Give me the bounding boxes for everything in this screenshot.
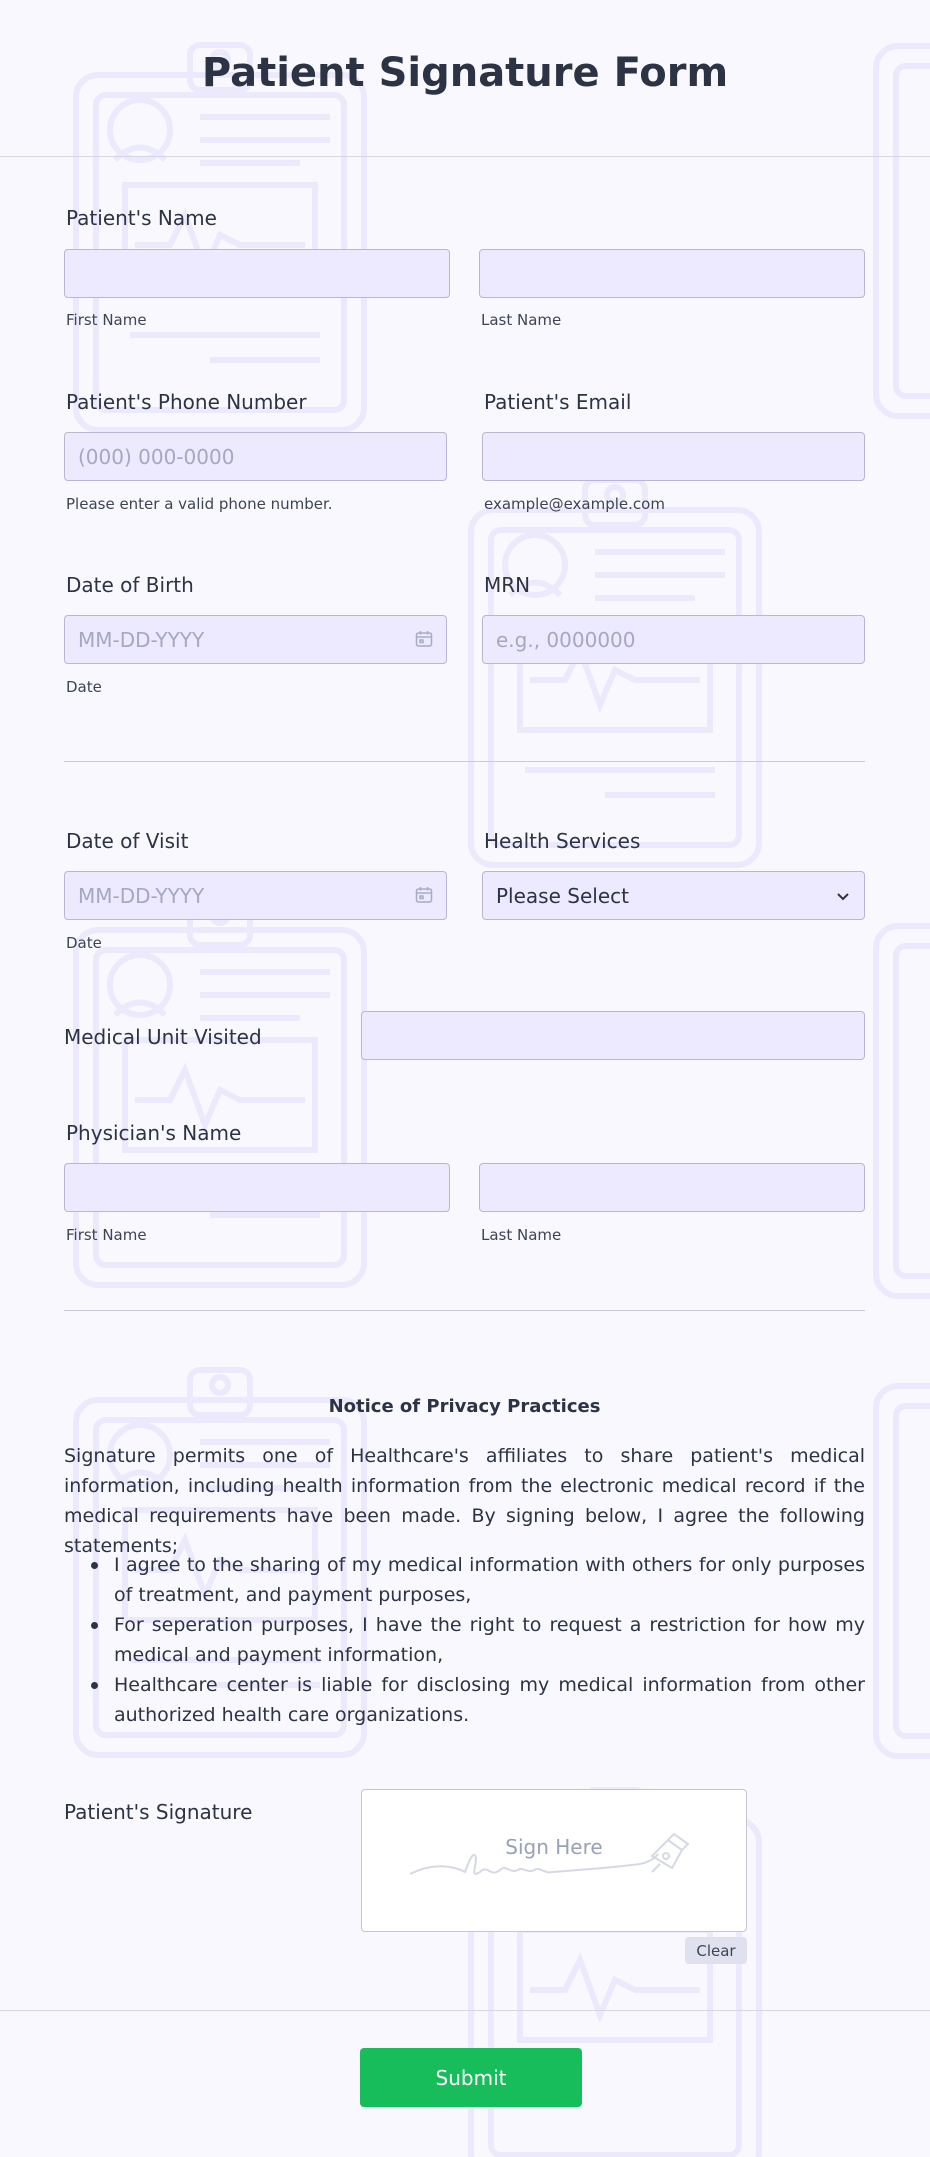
email-input[interactable]	[482, 432, 865, 481]
form-header: Patient Signature Form	[0, 0, 930, 157]
form-page: Patient Signature Form Patient's Name Fi…	[0, 0, 930, 2157]
list-item: For seperation purposes, I have the righ…	[64, 1610, 865, 1670]
pen-nib-icon	[410, 1832, 690, 1875]
list-item: Healthcare center is liable for disclosi…	[64, 1670, 865, 1730]
patient-first-name-input[interactable]	[64, 249, 450, 298]
privacy-notice-intro: Signature permits one of Healthcare's af…	[64, 1445, 865, 1557]
clipboard-background-icon	[870, 920, 930, 1300]
physician-first-name-input[interactable]	[64, 1163, 450, 1212]
chevron-down-icon	[837, 893, 849, 901]
medical-unit-input[interactable]	[361, 1011, 865, 1060]
physician-first-name-sublabel: First Name	[66, 1226, 147, 1244]
physician-last-name-input[interactable]	[479, 1163, 865, 1212]
medical-unit-label: Medical Unit Visited	[64, 1025, 262, 1049]
calendar-icon[interactable]	[415, 630, 433, 648]
phone-input[interactable]	[64, 432, 447, 481]
health-services-selected-value: Please Select	[496, 883, 629, 908]
clear-signature-button[interactable]: Clear	[685, 1937, 747, 1964]
email-sublabel: example@example.com	[484, 495, 665, 513]
calendar-icon[interactable]	[415, 886, 433, 904]
patient-last-name-input[interactable]	[479, 249, 865, 298]
patient-name-label: Patient's Name	[66, 206, 217, 230]
visit-date-sublabel: Date	[66, 934, 102, 952]
signature-pad[interactable]: Sign Here	[361, 1789, 747, 1932]
mrn-input[interactable]	[482, 615, 865, 664]
privacy-statement: I agree to the sharing of my medical inf…	[114, 1554, 865, 1606]
phone-sublabel: Please enter a valid phone number.	[66, 495, 333, 513]
clipboard-background-icon	[870, 1380, 930, 1760]
page-title: Patient Signature Form	[201, 50, 729, 96]
section-divider	[64, 1310, 865, 1311]
email-label: Patient's Email	[484, 390, 632, 414]
clipboard-background-icon	[465, 470, 765, 870]
physician-last-name-sublabel: Last Name	[481, 1226, 562, 1244]
patient-last-name-sublabel: Last Name	[481, 311, 562, 329]
visit-date-label: Date of Visit	[66, 829, 189, 853]
privacy-statement: Healthcare center is liable for disclosi…	[114, 1674, 865, 1726]
privacy-statement-list: I agree to the sharing of my medical inf…	[64, 1550, 865, 1730]
mrn-label: MRN	[484, 573, 531, 597]
physician-name-label: Physician's Name	[66, 1121, 242, 1145]
privacy-statement: For seperation purposes, I have the righ…	[114, 1614, 865, 1666]
dob-label: Date of Birth	[66, 573, 194, 597]
dob-sublabel: Date	[66, 678, 102, 696]
bullet-icon	[91, 1562, 98, 1569]
submit-button[interactable]: Submit	[360, 2048, 582, 2107]
phone-label: Patient's Phone Number	[66, 390, 307, 414]
section-divider	[64, 761, 865, 762]
visit-date-input[interactable]	[64, 871, 447, 920]
bullet-icon	[91, 1622, 98, 1629]
list-item: I agree to the sharing of my medical inf…	[64, 1550, 865, 1610]
health-services-select[interactable]: Please Select	[482, 871, 865, 920]
health-services-label: Health Services	[484, 829, 641, 853]
dob-input[interactable]	[64, 615, 447, 664]
privacy-notice-title: Notice of Privacy Practices	[328, 1396, 601, 1417]
bullet-icon	[91, 1682, 98, 1689]
signature-label: Patient's Signature	[64, 1800, 253, 1824]
patient-first-name-sublabel: First Name	[66, 311, 147, 329]
